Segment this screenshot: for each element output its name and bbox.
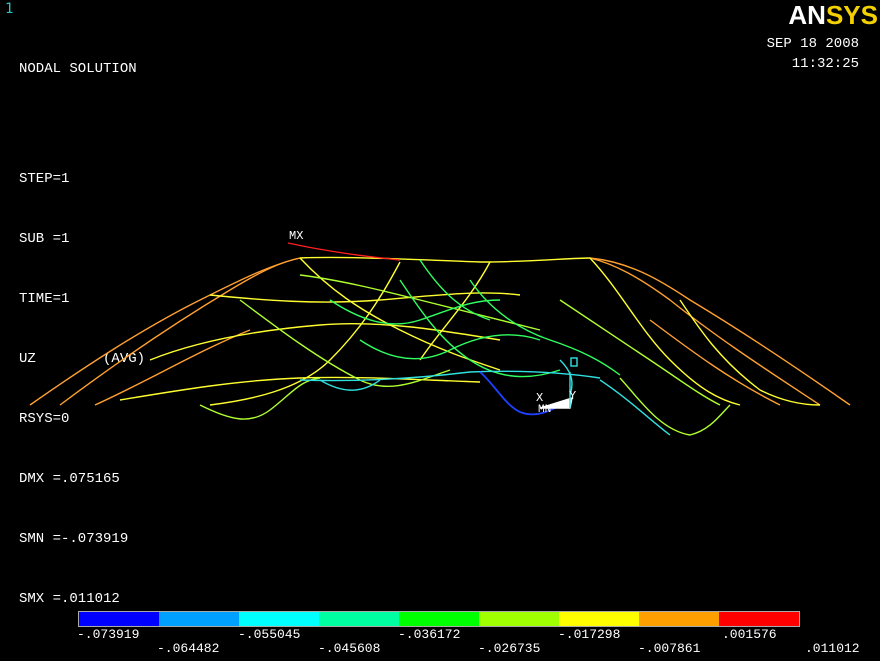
legend-swatch-9	[719, 612, 799, 626]
mx-label: MX	[289, 229, 303, 243]
legend-swatch-6	[479, 612, 559, 626]
legend-label-top-1: -.073919	[77, 627, 140, 642]
legend-label-top-2: -.055045	[238, 627, 301, 642]
legend-label-top-4: -.017298	[558, 627, 621, 642]
legend-label-bottom-1: -.064482	[157, 641, 220, 656]
legend-colorbar	[78, 611, 800, 627]
mesh-plot[interactable]: MX MN X Y	[0, 0, 880, 600]
mesh-outer-edges	[29, 257, 851, 406]
legend-swatch-5	[399, 612, 479, 626]
legend-label-bottom-4: -.007861	[638, 641, 701, 656]
legend-swatch-2	[159, 612, 239, 626]
legend-swatch-7	[559, 612, 639, 626]
y-axis-label: Y	[569, 389, 576, 403]
legend-swatch-8	[639, 612, 719, 626]
legend-label-bottom-2: -.045608	[318, 641, 381, 656]
legend-label-top-3: -.036172	[398, 627, 461, 642]
mesh-mid-bands	[199, 274, 731, 436]
x-axis-label: X	[536, 391, 543, 405]
mesh-ridges	[119, 256, 821, 406]
legend-label-bottom-3: -.026735	[478, 641, 541, 656]
mn-label: MN	[538, 404, 551, 416]
legend-swatch-4	[319, 612, 399, 626]
legend-label-bottom-5: .011012	[805, 641, 860, 656]
legend-swatch-1	[79, 612, 159, 626]
legend-label-top-5: .001576	[722, 627, 777, 642]
legend-swatch-3	[239, 612, 319, 626]
